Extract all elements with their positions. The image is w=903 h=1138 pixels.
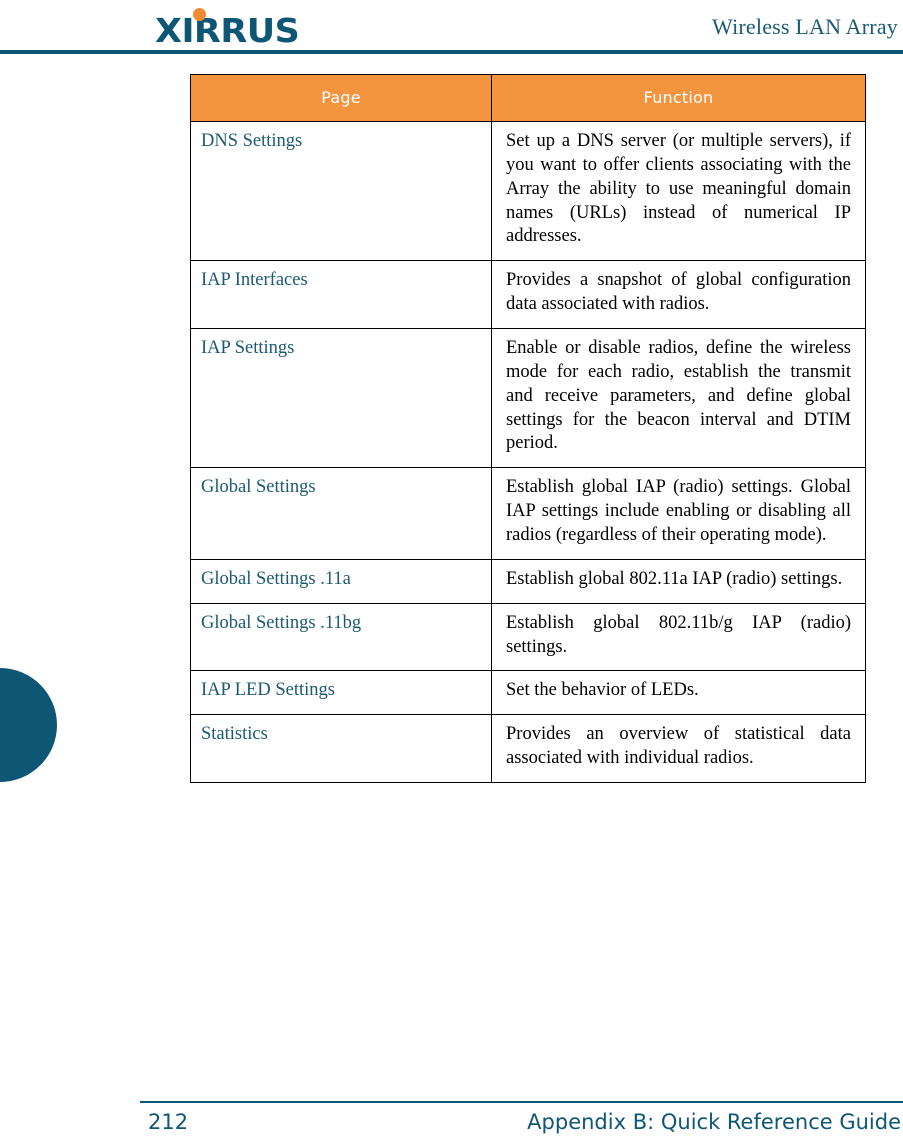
cell-page-name: IAP Settings <box>190 328 492 469</box>
cell-function-text: Set up a DNS server (or multiple servers… <box>491 120 866 262</box>
page-header: XIRRUS Wireless LAN Array <box>0 0 903 56</box>
cell-page-name: Global Settings .11a <box>190 558 492 604</box>
table-row: Statistics Provides an overview of stati… <box>190 714 866 784</box>
cell-page-name: DNS Settings <box>190 120 492 262</box>
cell-function-text: Establish global 802.11a IAP (radio) set… <box>491 558 866 604</box>
footer-divider <box>140 1101 903 1103</box>
cell-page-name: IAP Interfaces <box>190 260 492 330</box>
column-header-page: Page <box>190 74 492 122</box>
cell-function-text: Provides an overview of statistical data… <box>491 714 866 784</box>
table-body: DNS Settings Set up a DNS server (or mul… <box>190 120 866 784</box>
footer-page-number: 212 <box>148 1110 189 1134</box>
cell-page-name: Global Settings <box>190 467 492 560</box>
thumb-index-tab <box>0 668 57 782</box>
quick-reference-table: Page Function DNS Settings Set up a DNS … <box>190 74 866 784</box>
cell-function-text: Enable or disable radios, define the wir… <box>491 328 866 469</box>
cell-function-text: Establish global IAP (radio) settings. G… <box>491 467 866 560</box>
cell-page-name: Statistics <box>190 714 492 784</box>
logo-dot-icon <box>193 8 206 21</box>
table-row: Global Settings .11bg Establish global 8… <box>190 602 866 672</box>
header-divider <box>0 50 903 54</box>
cell-function-text: Establish global 802.11b/g IAP (radio) s… <box>491 602 866 672</box>
column-header-function: Function <box>491 74 866 122</box>
table-row: Global Settings Establish global IAP (ra… <box>190 467 866 560</box>
table-row: IAP LED Settings Set the behavior of LED… <box>190 670 866 716</box>
cell-page-name: IAP LED Settings <box>190 670 492 716</box>
table-header-row: Page Function <box>190 74 866 122</box>
table-row: Global Settings .11a Establish global 80… <box>190 558 866 604</box>
xirrus-logo: XIRRUS <box>155 6 325 48</box>
cell-function-text: Provides a snapshot of global configurat… <box>491 260 866 330</box>
page-title: Wireless LAN Array <box>712 14 898 39</box>
cell-page-name: Global Settings .11bg <box>190 602 492 672</box>
table-row: DNS Settings Set up a DNS server (or mul… <box>190 120 866 262</box>
table-row: IAP Interfaces Provides a snapshot of gl… <box>190 260 866 330</box>
table-row: IAP Settings Enable or disable radios, d… <box>190 328 866 469</box>
logo-wordmark: XIRRUS <box>155 11 300 50</box>
footer-section-title: Appendix B: Quick Reference Guide <box>527 1110 901 1134</box>
cell-function-text: Set the behavior of LEDs. <box>491 670 866 716</box>
